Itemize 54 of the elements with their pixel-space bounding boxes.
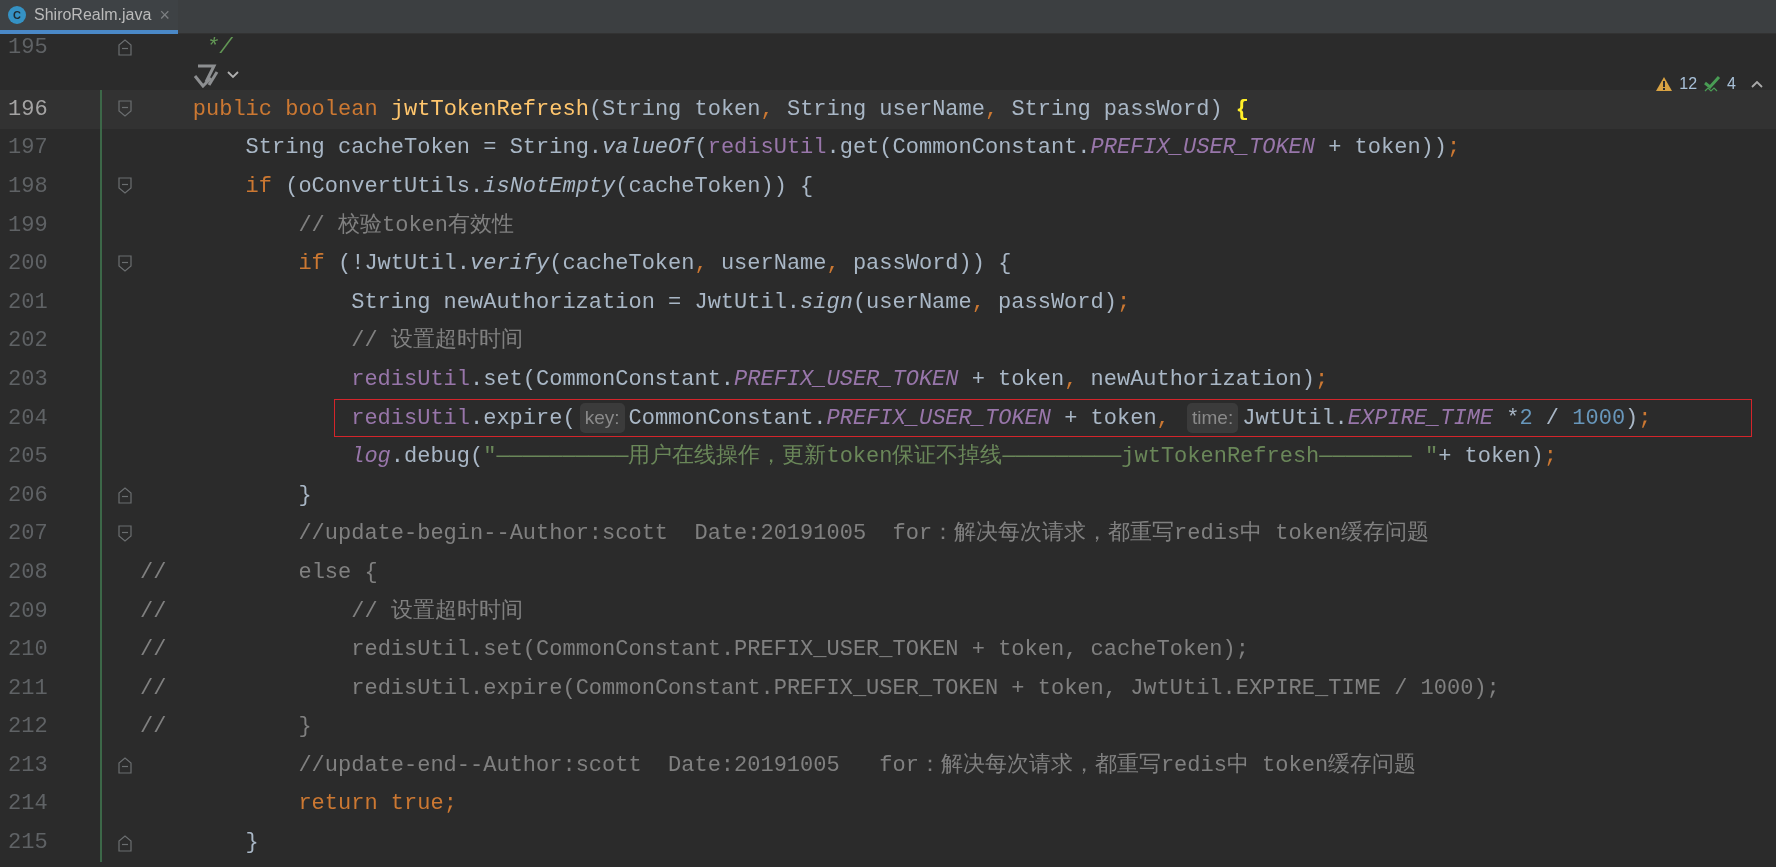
code-text: return true; <box>298 790 457 819</box>
code-text: // redisUtil.expire(CommonConstant.PREFIX_USER_TOKEN + token, JwtUtil.EXPIRE_TIME / 1000); <box>140 674 1500 703</box>
line-number: 215 <box>7 829 49 858</box>
line-number: 206 <box>7 481 49 510</box>
line-number: 207 <box>7 520 49 549</box>
parameter-hint: time: <box>1187 402 1239 434</box>
code-text: String cacheToken = String.valueOf(redisUtil.get(CommonConstant.PREFIX_USER_TOKEN + token)); <box>245 134 1461 163</box>
code-text: String newAuthorization = JwtUtil.sign(userName, passWord); <box>351 288 1131 317</box>
code-text: JwtUtil.EXPIRE_TIME *2 / 1000); <box>1242 404 1652 433</box>
code-text: */ <box>206 34 233 62</box>
code-text: //update-begin--Author:scott Date:20191005 for：解决每次请求，都重写redis中 token缓存问题 <box>298 520 1430 549</box>
code-text: redisUtil.expire( <box>351 404 576 433</box>
line-number: 198 <box>7 173 49 201</box>
code-text: // redisUtil.set(CommonConstant.PREFIX_USER_TOKEN + token, cacheToken); <box>140 636 1249 665</box>
code-text: redisUtil.set(CommonConstant.PREFIX_USER_TOKEN + token, newAuthorization); <box>351 365 1329 394</box>
code-text: // else { <box>140 558 378 587</box>
line-number: 208 <box>7 558 49 587</box>
class-icon: C <box>8 6 26 24</box>
line-number: 204 <box>7 404 49 433</box>
line-number: 195 <box>7 34 49 62</box>
line-number: 210 <box>7 636 49 665</box>
code-text: // // 设置超时时间 <box>140 597 523 626</box>
file-tab[interactable]: C ShiroRealm.java × <box>0 0 178 34</box>
code-text: // } <box>140 713 312 742</box>
chevron-up-icon <box>1750 79 1764 89</box>
code-text: if (!JwtUtil.verify(cacheToken, userName, passWord)) { <box>298 250 1012 279</box>
line-number: 209 <box>7 597 49 626</box>
line-number: 199 <box>7 211 49 240</box>
line-number: 213 <box>7 751 49 780</box>
line-number: 196 <box>7 95 49 124</box>
warning-count[interactable]: 12 <box>1679 72 1698 96</box>
line-number: 205 <box>7 443 49 472</box>
line-number: 200 <box>7 250 49 279</box>
code-vision-icon <box>192 62 220 88</box>
line-number: 203 <box>7 365 49 394</box>
line-number: 212 <box>7 713 49 742</box>
line-number: 197 <box>7 134 49 163</box>
weak-warning-count[interactable]: 4 <box>1727 72 1736 96</box>
line-number: 211 <box>7 674 49 703</box>
code-text: } <box>298 481 312 510</box>
line-number: 202 <box>7 327 49 356</box>
code-text: // 校验token有效性 <box>298 211 514 240</box>
line-number: 201 <box>7 288 49 317</box>
parameter-hint: key: <box>579 402 625 434</box>
check-icon <box>1703 75 1722 93</box>
code-text: } <box>245 829 259 858</box>
code-text: public boolean jwtTokenRefresh(String token, String userName, String passWord) { <box>192 95 1250 124</box>
line-number: 214 <box>7 790 49 819</box>
code-text: //update-end--Author:scott Date:20191005 for：解决每次请求，都重写redis中 token缓存问题 <box>298 751 1417 780</box>
code-text: log.debug("——————————用户在线操作，更新token保证不掉线—————————jwtTokenRefresh——————— "+ token); <box>351 442 1557 472</box>
code-text: if (oConvertUtils.isNotEmpty(cacheToken)) { <box>245 173 814 201</box>
code-text: // 设置超时时间 <box>351 327 523 356</box>
code-text: CommonConstant.PREFIX_USER_TOKEN + token, <box>628 404 1171 433</box>
chevron-down-icon <box>226 70 240 80</box>
